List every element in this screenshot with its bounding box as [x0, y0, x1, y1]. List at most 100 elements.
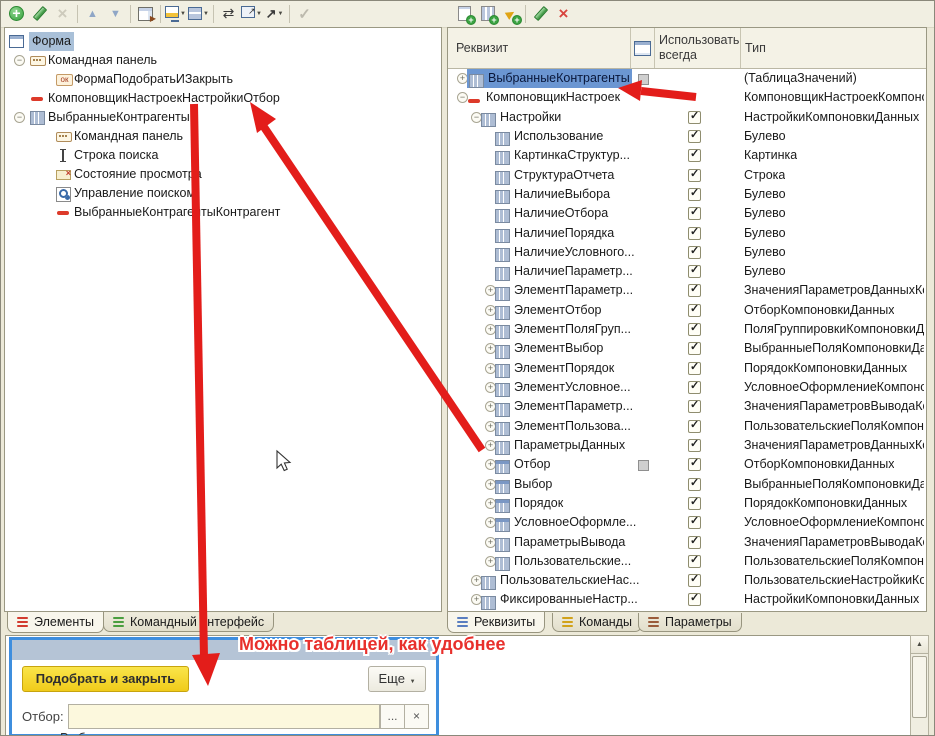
use-always-checkbox[interactable]: [688, 593, 701, 606]
layout-panels-icon[interactable]: ▼: [188, 3, 209, 24]
table-row[interactable]: +ВыбранныеКонтрагенты(ТаблицаЗначений): [448, 69, 926, 88]
more-button[interactable]: Еще ▼: [368, 666, 426, 692]
use-always-checkbox[interactable]: [688, 111, 701, 124]
table-row[interactable]: +ПользовательскиеНас...ПользовательскиеН…: [448, 571, 926, 590]
use-always-checkbox[interactable]: [688, 555, 701, 568]
column-divider[interactable]: [630, 28, 631, 68]
tab-командный-интерфейс[interactable]: Командный интерфейс: [103, 613, 274, 632]
use-always-checkbox[interactable]: [688, 536, 701, 549]
use-always-checkbox[interactable]: [688, 342, 701, 355]
use-always-checkbox[interactable]: [688, 458, 701, 471]
use-always-checkbox[interactable]: [688, 323, 701, 336]
use-always-checkbox[interactable]: [688, 497, 701, 510]
scrollbar-thumb[interactable]: [912, 656, 927, 718]
use-always-checkbox[interactable]: [688, 574, 701, 587]
tree-item[interactable]: КомпоновщикНастроекНастройкиОтбор: [5, 89, 441, 108]
tab-элементы[interactable]: Элементы: [7, 612, 104, 633]
table-row[interactable]: +Пользовательские...ПользовательскиеПоля…: [448, 552, 926, 571]
table-row[interactable]: +ПорядокПорядокКомпоновкиДанных: [448, 494, 926, 513]
column-divider[interactable]: [654, 28, 655, 68]
collapse-icon[interactable]: −: [14, 112, 25, 123]
use-always-checkbox[interactable]: [688, 265, 701, 278]
use-always-checkbox[interactable]: [688, 130, 701, 143]
filter-choose-button[interactable]: ...: [380, 704, 405, 729]
collapse-icon[interactable]: −: [14, 55, 25, 66]
table-row[interactable]: −НастройкиНастройкиКомпоновкиДанных: [448, 108, 926, 127]
table-row[interactable]: +ЭлементПараметр...ЗначенияПараметровВыв…: [448, 397, 926, 416]
delete-icon[interactable]: [52, 3, 73, 24]
table-row[interactable]: +УсловноеОформле...УсловноеОформлениеКом…: [448, 513, 926, 532]
move-down-icon[interactable]: [105, 3, 126, 24]
table-row[interactable]: +ЭлементПоляГруп...ПоляГруппировкиКомпон…: [448, 320, 926, 339]
table-row[interactable]: НаличиеУсловного...Булево: [448, 243, 926, 262]
add-attribute-icon[interactable]: [454, 3, 475, 24]
check-form-icon[interactable]: [135, 3, 156, 24]
use-always-checkbox[interactable]: [688, 304, 701, 317]
move-up-icon[interactable]: [82, 3, 103, 24]
delete-attribute-icon[interactable]: [553, 3, 574, 24]
use-always-checkbox[interactable]: [688, 420, 701, 433]
column-divider[interactable]: [740, 28, 741, 68]
tree-item[interactable]: Управление поиском: [5, 184, 441, 203]
table-row[interactable]: НаличиеОтбораБулево: [448, 204, 926, 223]
edit-icon[interactable]: [29, 3, 50, 24]
tree-item[interactable]: −ВыбранныеКонтрагенты: [5, 108, 441, 127]
table-row[interactable]: +ЭлементВыборВыбранныеПоляКомпоновкиДанн…: [448, 339, 926, 358]
use-always-checkbox[interactable]: [688, 400, 701, 413]
table-row[interactable]: +ВыборВыбранныеПоляКомпоновкиДанн...: [448, 475, 926, 494]
filter-input[interactable]: [68, 704, 380, 729]
add-linked-attribute-icon[interactable]: [500, 3, 521, 24]
scroll-up-icon[interactable]: ▲: [911, 636, 928, 654]
table-row[interactable]: +ЭлементОтборОтборКомпоновкиДанных: [448, 301, 926, 320]
tab-команды[interactable]: Команды: [552, 613, 642, 632]
use-always-checkbox[interactable]: [688, 169, 701, 182]
scale-arrow-icon[interactable]: ▼: [264, 3, 285, 24]
table-row[interactable]: ИспользованиеБулево: [448, 127, 926, 146]
tree-item[interactable]: ВыбранныеКонтрагентыКонтрагент: [5, 203, 441, 222]
use-always-checkbox[interactable]: [688, 439, 701, 452]
use-always-checkbox[interactable]: [688, 362, 701, 375]
table-row[interactable]: НаличиеПараметр...Булево: [448, 262, 926, 281]
table-row[interactable]: +ЭлементПараметр...ЗначенияПараметровДан…: [448, 281, 926, 300]
table-row[interactable]: +ЭлементУсловное...УсловноеОформлениеКом…: [448, 378, 926, 397]
use-always-checkbox[interactable]: [688, 381, 701, 394]
use-always-checkbox[interactable]: [688, 246, 701, 259]
column-header-attribute[interactable]: Реквизит: [456, 41, 508, 55]
use-always-checkbox[interactable]: [688, 227, 701, 240]
table-row[interactable]: +ФиксированныеНастр...НастройкиКомпоновк…: [448, 590, 926, 609]
table-row[interactable]: КартинкаСтруктур...Картинка: [448, 146, 926, 165]
table-row[interactable]: НаличиеВыбораБулево: [448, 185, 926, 204]
table-row[interactable]: +ЭлементПорядокПорядокКомпоновкиДанных: [448, 359, 926, 378]
table-row[interactable]: −КомпоновщикНастроекКомпоновщикНастроекК…: [448, 88, 926, 107]
preview-monitor-icon[interactable]: ▼: [165, 3, 186, 24]
add-table-attribute-icon[interactable]: [477, 3, 498, 24]
vertical-scrollbar[interactable]: ▲: [910, 635, 929, 736]
use-always-checkbox[interactable]: [688, 478, 701, 491]
tab-реквизиты[interactable]: Реквизиты: [447, 612, 545, 633]
tree-item[interactable]: Форма: [5, 32, 441, 51]
tree-item[interactable]: ФормаПодобратьИЗакрыть: [5, 70, 441, 89]
swap-arrows-icon[interactable]: [218, 3, 239, 24]
column-header-type[interactable]: Тип: [745, 41, 766, 55]
tab-параметры[interactable]: Параметры: [638, 613, 742, 632]
use-always-checkbox[interactable]: [688, 207, 701, 220]
use-always-checkbox[interactable]: [688, 149, 701, 162]
tree-item[interactable]: −Командная панель: [5, 51, 441, 70]
add-icon[interactable]: [6, 3, 27, 24]
use-always-checkbox[interactable]: [688, 516, 701, 529]
tree-item[interactable]: Командная панель: [5, 127, 441, 146]
tree-item[interactable]: Строка поиска: [5, 146, 441, 165]
table-row[interactable]: +ОтборОтборКомпоновкиДанных: [448, 455, 926, 474]
table-row[interactable]: +ПараметрыВыводаЗначенияПараметровВывода…: [448, 533, 926, 552]
column-header-use-always[interactable]: Использовать всегда: [659, 33, 741, 63]
tree-item[interactable]: Состояние просмотра: [5, 165, 441, 184]
use-always-checkbox[interactable]: [688, 188, 701, 201]
pick-and-close-button[interactable]: Подобрать и закрыть: [22, 666, 189, 692]
table-row[interactable]: СтруктураОтчетаСтрока: [448, 166, 926, 185]
edit-attribute-icon[interactable]: [530, 3, 551, 24]
table-row[interactable]: НаличиеПорядкаБулево: [448, 224, 926, 243]
filter-clear-button[interactable]: ×: [404, 704, 429, 729]
window-resize-icon[interactable]: ▼: [241, 3, 262, 24]
use-always-checkbox[interactable]: [688, 284, 701, 297]
table-row[interactable]: +ПараметрыДанныхЗначенияПараметровДанных…: [448, 436, 926, 455]
